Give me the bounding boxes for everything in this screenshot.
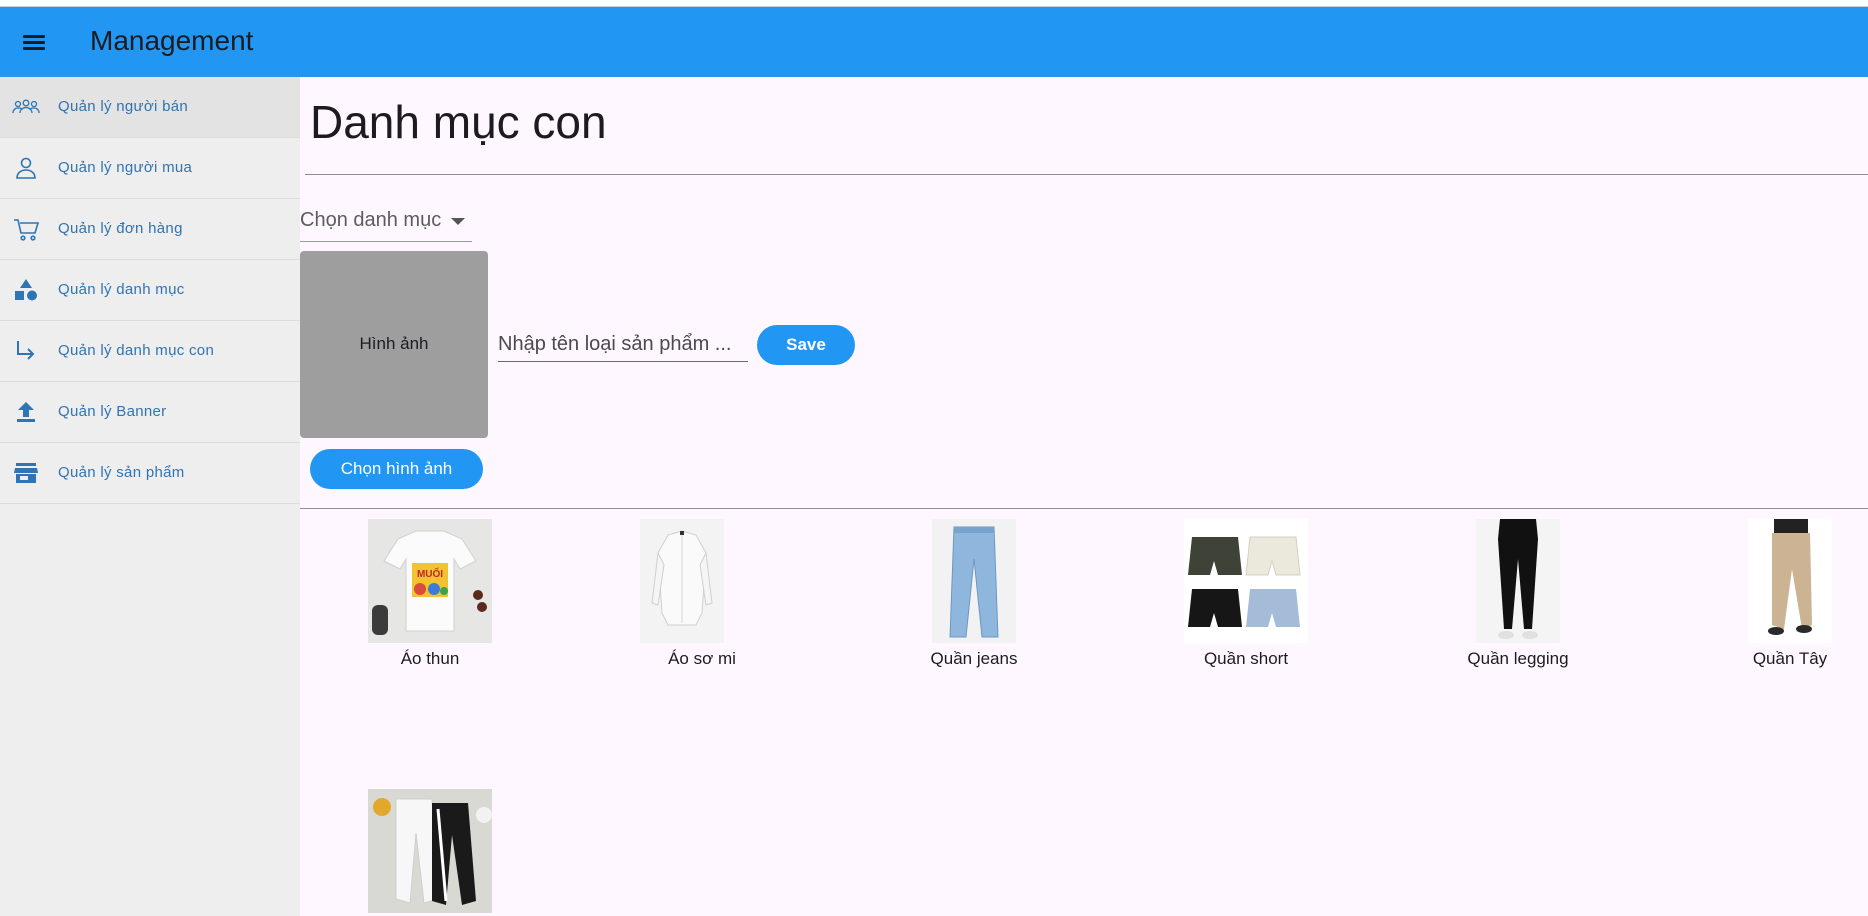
category-dropdown-value: Chọn danh mục [300, 209, 442, 231]
person-icon [16, 157, 36, 179]
group-icon [12, 99, 40, 114]
main-content: Danh mục con Chọn danh mục Hình ảnh Save… [300, 77, 1868, 916]
sidebar-item-banner[interactable]: Quản lý Banner [0, 382, 300, 443]
chevron-down-icon [451, 218, 465, 225]
svg-text:MUỐI: MUỐI [417, 566, 443, 580]
shorts-image [1184, 519, 1308, 643]
image-box-label: Hình ảnh [359, 334, 429, 353]
trousers-image [1748, 519, 1832, 643]
sidebar: Quản lý người bán Quản lý người mua Quản… [0, 77, 300, 916]
save-button[interactable]: Save [757, 325, 855, 365]
category-name: Áo thun [400, 649, 460, 668]
sidebar-item-products[interactable]: Quản lý sản phẩm [0, 443, 300, 504]
hamburger-menu-icon[interactable] [18, 27, 50, 59]
sidebar-item-label: Quản lý người mua [58, 159, 193, 176]
sidebar-item-subcategories[interactable]: Quản lý danh mục con [0, 321, 300, 382]
sidebar-item-categories[interactable]: Quản lý danh mục [0, 260, 300, 321]
sidebar-item-label: Quản lý Banner [58, 403, 167, 420]
category-shapes-icon [15, 279, 37, 301]
app-bar: Management [0, 7, 1868, 77]
window-top-strip [0, 0, 1868, 7]
category-name: Quần Tây [1752, 649, 1828, 668]
category-dropdown[interactable]: Chọn danh mục [300, 207, 472, 242]
sidebar-item-label: Quản lý đơn hàng [58, 220, 183, 237]
choose-image-button[interactable]: Chọn hình ảnh [310, 449, 483, 489]
tshirt-image: MUỐI [368, 519, 492, 643]
category-name: Quần legging [1467, 649, 1569, 668]
sidebar-item-orders[interactable]: Quản lý đơn hàng [0, 199, 300, 260]
subdirectory-arrow-icon [17, 341, 35, 360]
upload-icon [17, 402, 35, 422]
shirt-image [640, 519, 724, 643]
category-name: Quần jeans [930, 649, 1018, 668]
category-name: Áo sơ mi [668, 649, 736, 668]
sidebar-item-label: Quản lý danh mục con [58, 342, 215, 359]
jeans-image [932, 519, 1016, 643]
image-preview-box[interactable]: Hình ảnh [300, 251, 488, 438]
store-icon [14, 463, 38, 483]
legging-image [1476, 519, 1560, 643]
category-name: Quần short [1203, 649, 1289, 668]
joggers-image [368, 789, 492, 913]
sidebar-item-buyers[interactable]: Quản lý người mua [0, 138, 300, 199]
divider [300, 508, 1868, 509]
page-title: Danh mục con [310, 96, 607, 148]
sidebar-item-sellers[interactable]: Quản lý người bán [0, 77, 300, 138]
subcategory-name-input[interactable] [498, 328, 748, 362]
divider [305, 174, 1868, 175]
sidebar-item-label: Quản lý danh mục [58, 281, 185, 298]
sidebar-item-label: Quản lý người bán [58, 98, 189, 115]
cart-icon [14, 219, 40, 241]
sidebar-item-label: Quản lý sản phẩm [58, 464, 185, 481]
app-title: Management [90, 25, 254, 56]
